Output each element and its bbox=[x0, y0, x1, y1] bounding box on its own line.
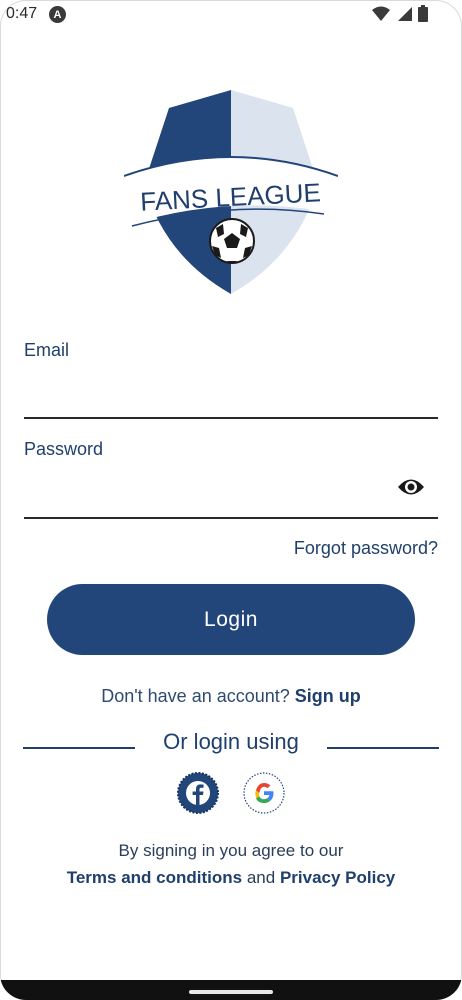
email-underline bbox=[24, 417, 438, 419]
terms-and-text: and bbox=[246, 868, 276, 887]
google-icon[interactable] bbox=[243, 772, 285, 814]
password-underline bbox=[24, 517, 438, 519]
battery-icon bbox=[418, 5, 428, 22]
login-button[interactable]: Login bbox=[47, 584, 415, 655]
email-field[interactable] bbox=[24, 382, 388, 418]
signal-icon bbox=[398, 6, 412, 21]
facebook-icon[interactable] bbox=[177, 772, 219, 814]
forgot-password-link[interactable]: Forgot password? bbox=[294, 538, 438, 559]
or-login-using-text: Or login using bbox=[163, 729, 299, 754]
signup-row: Don't have an account? Sign up bbox=[0, 686, 462, 707]
terms-links-row: Terms and conditions and Privacy Policy bbox=[0, 868, 462, 888]
terms-and-conditions-link[interactable]: Terms and conditions bbox=[67, 868, 242, 887]
signup-prompt: Don't have an account? bbox=[101, 686, 290, 706]
wifi-icon bbox=[372, 6, 390, 21]
soccer-ball-icon bbox=[209, 218, 255, 264]
signup-link[interactable]: Sign up bbox=[295, 686, 361, 706]
status-bar: 0:47 A bbox=[0, 0, 462, 30]
privacy-policy-link[interactable]: Privacy Policy bbox=[280, 868, 395, 887]
password-field[interactable] bbox=[24, 472, 388, 508]
password-label: Password bbox=[24, 439, 104, 459]
home-gesture-handle[interactable] bbox=[189, 990, 273, 994]
status-time: 0:47 bbox=[6, 5, 38, 22]
eye-icon[interactable] bbox=[396, 476, 426, 498]
email-label: Email bbox=[24, 340, 70, 360]
divider-right bbox=[327, 747, 439, 749]
fans-league-logo: FANS LEAGUE bbox=[124, 90, 338, 294]
status-icons bbox=[372, 5, 428, 22]
terms-intro: By signing in you agree to our bbox=[118, 841, 344, 860]
app-screen: 0:47 A FANS LEAGUE Email Password Forgot… bbox=[0, 0, 462, 1000]
notification-badge: A bbox=[49, 6, 66, 23]
